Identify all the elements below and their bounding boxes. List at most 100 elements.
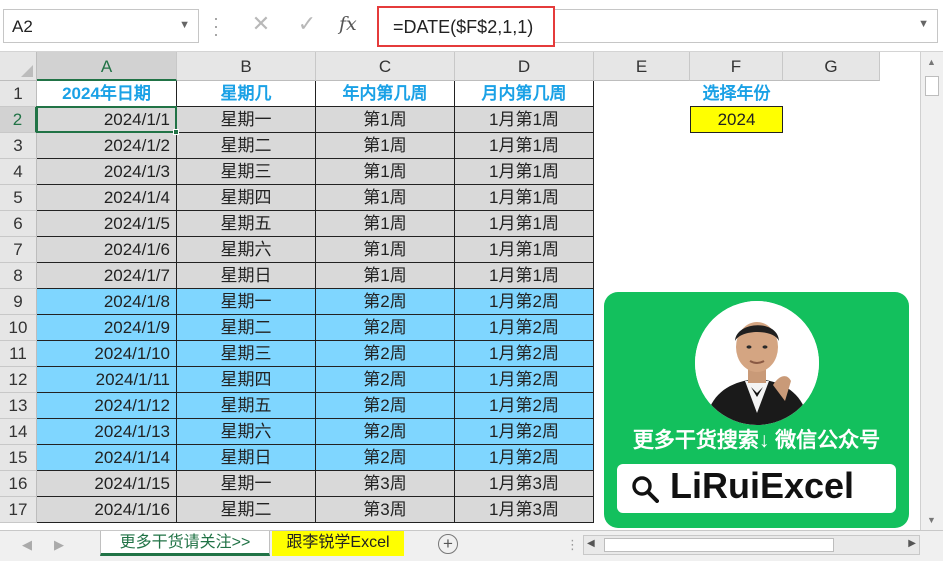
- vertical-scrollbar[interactable]: ▲ ▼: [920, 52, 943, 530]
- weekday-cell[interactable]: 星期三: [177, 159, 316, 185]
- date-cell[interactable]: 2024/1/2: [37, 133, 177, 159]
- name-box[interactable]: A2 ▼: [3, 9, 199, 43]
- week-of-year-cell[interactable]: 第2周: [316, 341, 455, 367]
- date-cell[interactable]: 2024/1/8: [37, 289, 177, 315]
- row-header-11[interactable]: 11: [0, 341, 37, 367]
- week-of-month-cell[interactable]: 1月第1周: [455, 237, 594, 263]
- week-of-month-cell[interactable]: 1月第2周: [455, 341, 594, 367]
- week-of-year-cell[interactable]: 第2周: [316, 315, 455, 341]
- row-header-6[interactable]: 6: [0, 211, 37, 237]
- weekday-cell[interactable]: 星期二: [177, 133, 316, 159]
- week-of-month-cell[interactable]: 1月第2周: [455, 315, 594, 341]
- chevron-down-icon[interactable]: ▼: [179, 19, 190, 31]
- previous-sheet-icon[interactable]: ◀: [22, 537, 32, 553]
- weekday-cell[interactable]: 星期六: [177, 419, 316, 445]
- row-header-15[interactable]: 15: [0, 445, 37, 471]
- weekday-cell[interactable]: 星期五: [177, 393, 316, 419]
- week-of-month-cell[interactable]: 1月第1周: [455, 263, 594, 289]
- week-of-month-cell[interactable]: 1月第1周: [455, 185, 594, 211]
- fill-handle[interactable]: [173, 129, 179, 135]
- week-of-month-cell[interactable]: 1月第1周: [455, 133, 594, 159]
- row-header-17[interactable]: 17: [0, 497, 37, 523]
- row-header-3[interactable]: 3: [0, 133, 37, 159]
- row-header-9[interactable]: 9: [0, 289, 37, 315]
- weekday-cell[interactable]: 星期日: [177, 445, 316, 471]
- sheet-tab-learn-excel[interactable]: 跟李锐学Excel: [272, 531, 404, 556]
- week-of-year-cell[interactable]: 第3周: [316, 497, 455, 523]
- date-cell[interactable]: 2024/1/15: [37, 471, 177, 497]
- row-header-8[interactable]: 8: [0, 263, 37, 289]
- formula-input-extension[interactable]: ▼: [555, 9, 938, 43]
- weekday-cell[interactable]: 星期一: [177, 289, 316, 315]
- column-header-d[interactable]: D: [455, 52, 594, 81]
- date-cell[interactable]: 2024/1/6: [37, 237, 177, 263]
- week-of-month-cell[interactable]: 1月第2周: [455, 419, 594, 445]
- weekday-cell[interactable]: 星期五: [177, 211, 316, 237]
- row-header-13[interactable]: 13: [0, 393, 37, 419]
- row-header-12[interactable]: 12: [0, 367, 37, 393]
- week-of-year-cell[interactable]: 第2周: [316, 445, 455, 471]
- vertical-scroll-thumb[interactable]: [925, 76, 939, 96]
- drag-handle-icon[interactable]: · · ·: [213, 9, 219, 43]
- row-header-16[interactable]: 16: [0, 471, 37, 497]
- expand-formula-bar-icon[interactable]: ▼: [918, 18, 929, 30]
- tab-split-handle-icon[interactable]: ⋮: [566, 537, 579, 553]
- formula-input[interactable]: =DATE($F$2,1,1): [377, 6, 555, 47]
- weekday-cell[interactable]: 星期四: [177, 185, 316, 211]
- week-of-month-cell[interactable]: 1月第1周: [455, 107, 594, 133]
- sheet-tab-more-tips[interactable]: 更多干货请关注>>: [100, 531, 270, 556]
- column-header-g[interactable]: G: [783, 52, 880, 81]
- weekday-cell[interactable]: 星期二: [177, 497, 316, 523]
- scroll-right-icon[interactable]: ▶: [908, 538, 916, 549]
- column-header-a[interactable]: A: [37, 52, 177, 81]
- week-of-month-cell[interactable]: 1月第3周: [455, 471, 594, 497]
- week-of-month-cell[interactable]: 1月第1周: [455, 211, 594, 237]
- worksheet-grid[interactable]: A B C D E F G 1 2 3 4 5 6 7 8 9 10 11 12 13 14 15 16 17 2024年日期星…: [0, 52, 920, 530]
- date-cell[interactable]: 2024/1/9: [37, 315, 177, 341]
- date-cell[interactable]: 2024/1/10: [37, 341, 177, 367]
- column-header-b[interactable]: B: [177, 52, 316, 81]
- date-cell[interactable]: 2024/1/7: [37, 263, 177, 289]
- date-cell[interactable]: 2024/1/4: [37, 185, 177, 211]
- year-selector-value[interactable]: 2024: [690, 107, 783, 133]
- column-header-f[interactable]: F: [690, 52, 783, 81]
- week-of-month-cell[interactable]: 1月第2周: [455, 445, 594, 471]
- weekday-cell[interactable]: 星期二: [177, 315, 316, 341]
- week-of-year-cell[interactable]: 第1周: [316, 133, 455, 159]
- week-of-year-cell[interactable]: 第1周: [316, 263, 455, 289]
- week-of-year-cell[interactable]: 第1周: [316, 159, 455, 185]
- week-of-year-cell[interactable]: 第1周: [316, 107, 455, 133]
- scroll-down-icon[interactable]: ▼: [927, 515, 936, 525]
- row-header-1[interactable]: 1: [0, 81, 37, 107]
- date-cell[interactable]: 2024/1/14: [37, 445, 177, 471]
- column-header-e[interactable]: E: [594, 52, 690, 81]
- row-header-7[interactable]: 7: [0, 237, 37, 263]
- date-cell[interactable]: 2024/1/13: [37, 419, 177, 445]
- weekday-cell[interactable]: 星期四: [177, 367, 316, 393]
- date-cell[interactable]: 2024/1/12: [37, 393, 177, 419]
- enter-icon[interactable]: ✓: [292, 11, 322, 37]
- horizontal-scroll-thumb[interactable]: [604, 538, 834, 552]
- weekday-cell[interactable]: 星期六: [177, 237, 316, 263]
- date-cell[interactable]: 2024/1/3: [37, 159, 177, 185]
- column-header-c[interactable]: C: [316, 52, 455, 81]
- week-of-year-cell[interactable]: 第1周: [316, 185, 455, 211]
- week-of-month-cell[interactable]: 1月第3周: [455, 497, 594, 523]
- week-of-year-cell[interactable]: 第2周: [316, 289, 455, 315]
- week-of-year-cell[interactable]: 第1周: [316, 211, 455, 237]
- select-all-button[interactable]: [0, 52, 37, 81]
- row-header-5[interactable]: 5: [0, 185, 37, 211]
- date-cell[interactable]: 2024/1/1: [37, 107, 177, 133]
- week-of-month-cell[interactable]: 1月第2周: [455, 393, 594, 419]
- insert-function-icon[interactable]: fx: [339, 13, 357, 35]
- weekday-cell[interactable]: 星期日: [177, 263, 316, 289]
- date-cell[interactable]: 2024/1/11: [37, 367, 177, 393]
- weekday-cell[interactable]: 星期三: [177, 341, 316, 367]
- date-cell[interactable]: 2024/1/5: [37, 211, 177, 237]
- date-cell[interactable]: 2024/1/16: [37, 497, 177, 523]
- scroll-up-icon[interactable]: ▲: [927, 57, 936, 67]
- next-sheet-icon[interactable]: ▶: [54, 537, 64, 553]
- row-header-14[interactable]: 14: [0, 419, 37, 445]
- row-header-10[interactable]: 10: [0, 315, 37, 341]
- weekday-cell[interactable]: 星期一: [177, 107, 316, 133]
